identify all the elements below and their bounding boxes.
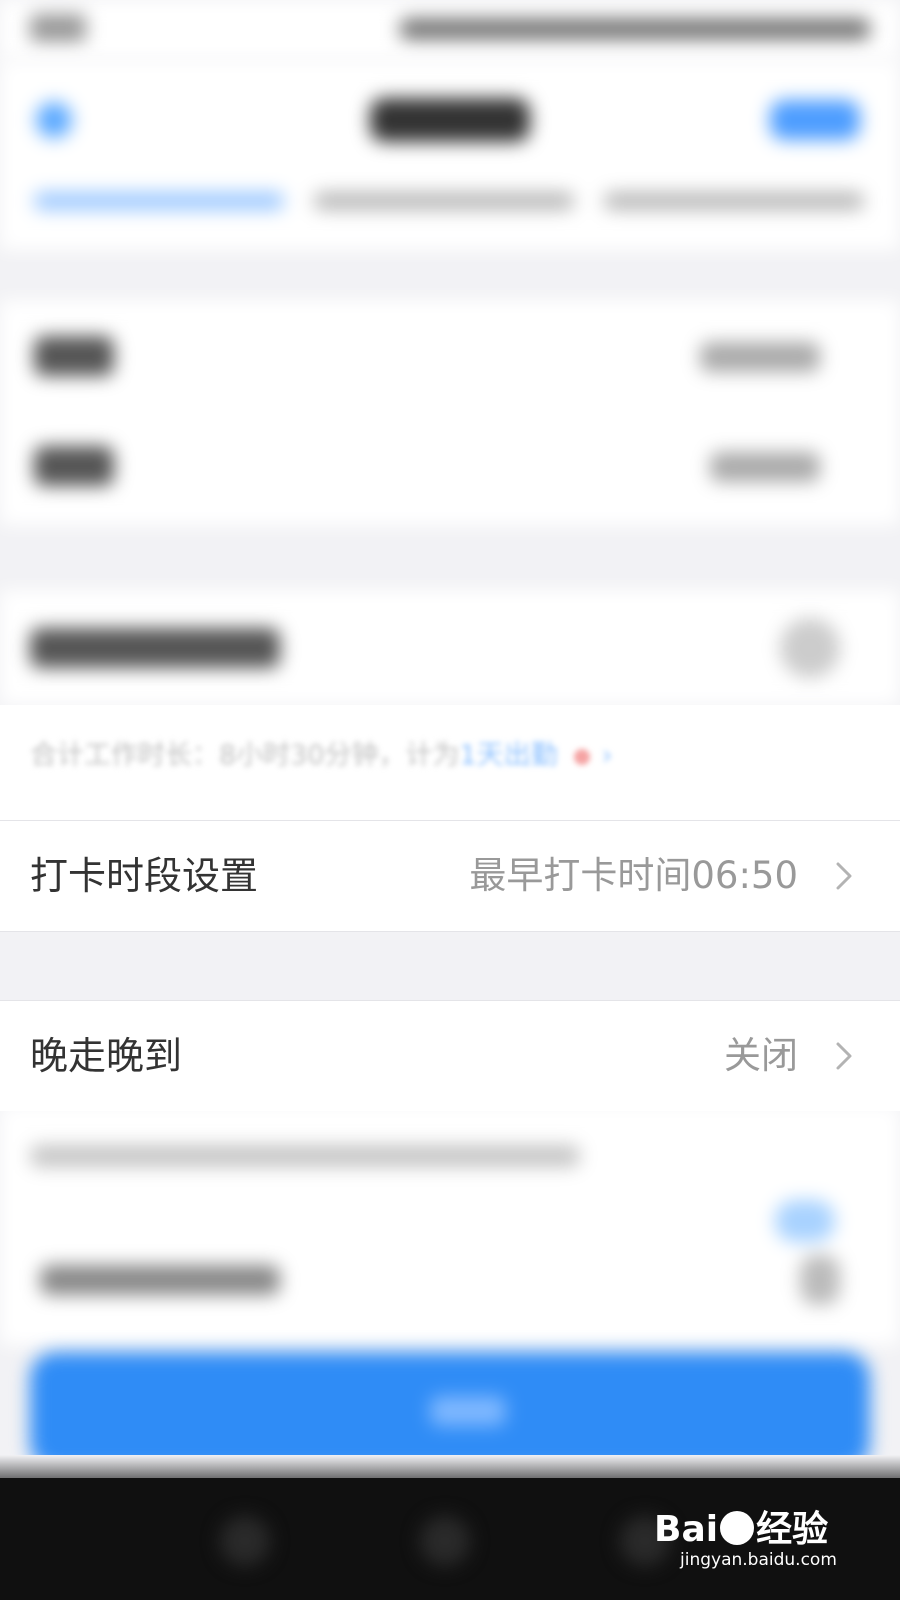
- page-title: [370, 98, 530, 142]
- paw-icon: [720, 1511, 755, 1545]
- header: [0, 60, 900, 250]
- late-leave-late-arrive-label: 晚走晚到: [30, 1034, 183, 1078]
- confirm-button[interactable]: [30, 1352, 870, 1470]
- chevron-right-icon: [836, 1042, 852, 1070]
- work-time-card: [0, 300, 900, 525]
- hint-text: [30, 1145, 580, 1167]
- status-icons: [400, 18, 870, 40]
- rest-period-label: [30, 628, 280, 668]
- back-arrow-icon[interactable]: [36, 102, 72, 138]
- step-tabs: [24, 186, 874, 216]
- duration-summary-text: 合计工作时长：8小时30分钟，计为1天出勤 ›: [30, 733, 613, 772]
- step-tab-3[interactable]: [604, 192, 864, 210]
- new-badge: [775, 1200, 835, 1242]
- nav-back-icon[interactable]: [220, 1516, 270, 1566]
- overtime-toggle[interactable]: [800, 1255, 840, 1305]
- duration-summary: 合计工作时长：8小时30分钟，计为1天出勤 ›: [0, 705, 900, 820]
- chevron-right-icon: [836, 862, 852, 890]
- overtime-label: [40, 1265, 280, 1295]
- confirm-button-label: [430, 1396, 506, 1426]
- watermark-logo: Bai 经验: [654, 1509, 829, 1550]
- clock-out-label: [34, 446, 114, 486]
- clock-in-value[interactable]: [700, 342, 820, 372]
- late-leave-late-arrive-row[interactable]: 晚走晚到 关闭: [0, 1001, 900, 1111]
- late-leave-late-arrive-value: 关闭: [724, 1034, 798, 1077]
- step-tab-2[interactable]: [314, 192, 574, 210]
- clock-period-setting-value: 最早打卡时间06:50: [469, 854, 798, 897]
- nav-home-icon[interactable]: [420, 1516, 470, 1566]
- step-tab-1[interactable]: [34, 192, 284, 210]
- divider: [0, 931, 900, 932]
- clock-period-setting-label: 打卡时段设置: [30, 854, 259, 898]
- rest-period-card: [0, 590, 900, 705]
- watermark-url: jingyan.baidu.com: [680, 1550, 837, 1570]
- status-bar: [0, 0, 900, 60]
- rest-period-toggle[interactable]: [780, 618, 840, 678]
- chevron-right-icon[interactable]: ›: [602, 740, 613, 771]
- clock-in-label: [34, 336, 114, 376]
- overtime-section: [0, 1105, 900, 1345]
- save-button[interactable]: [770, 100, 860, 140]
- baidu-jingyan-watermark: Bai 经验 jingyan.baidu.com: [654, 1500, 854, 1582]
- red-dot-icon: [573, 748, 590, 765]
- attendance-link[interactable]: 1天出勤: [460, 740, 558, 771]
- status-time: [30, 14, 86, 42]
- clock-out-value[interactable]: [710, 452, 820, 482]
- clock-period-setting-row[interactable]: 打卡时段设置 最早打卡时间06:50: [0, 821, 900, 931]
- duration-prefix: 合计工作时长：8小时30分钟，计为: [30, 740, 460, 771]
